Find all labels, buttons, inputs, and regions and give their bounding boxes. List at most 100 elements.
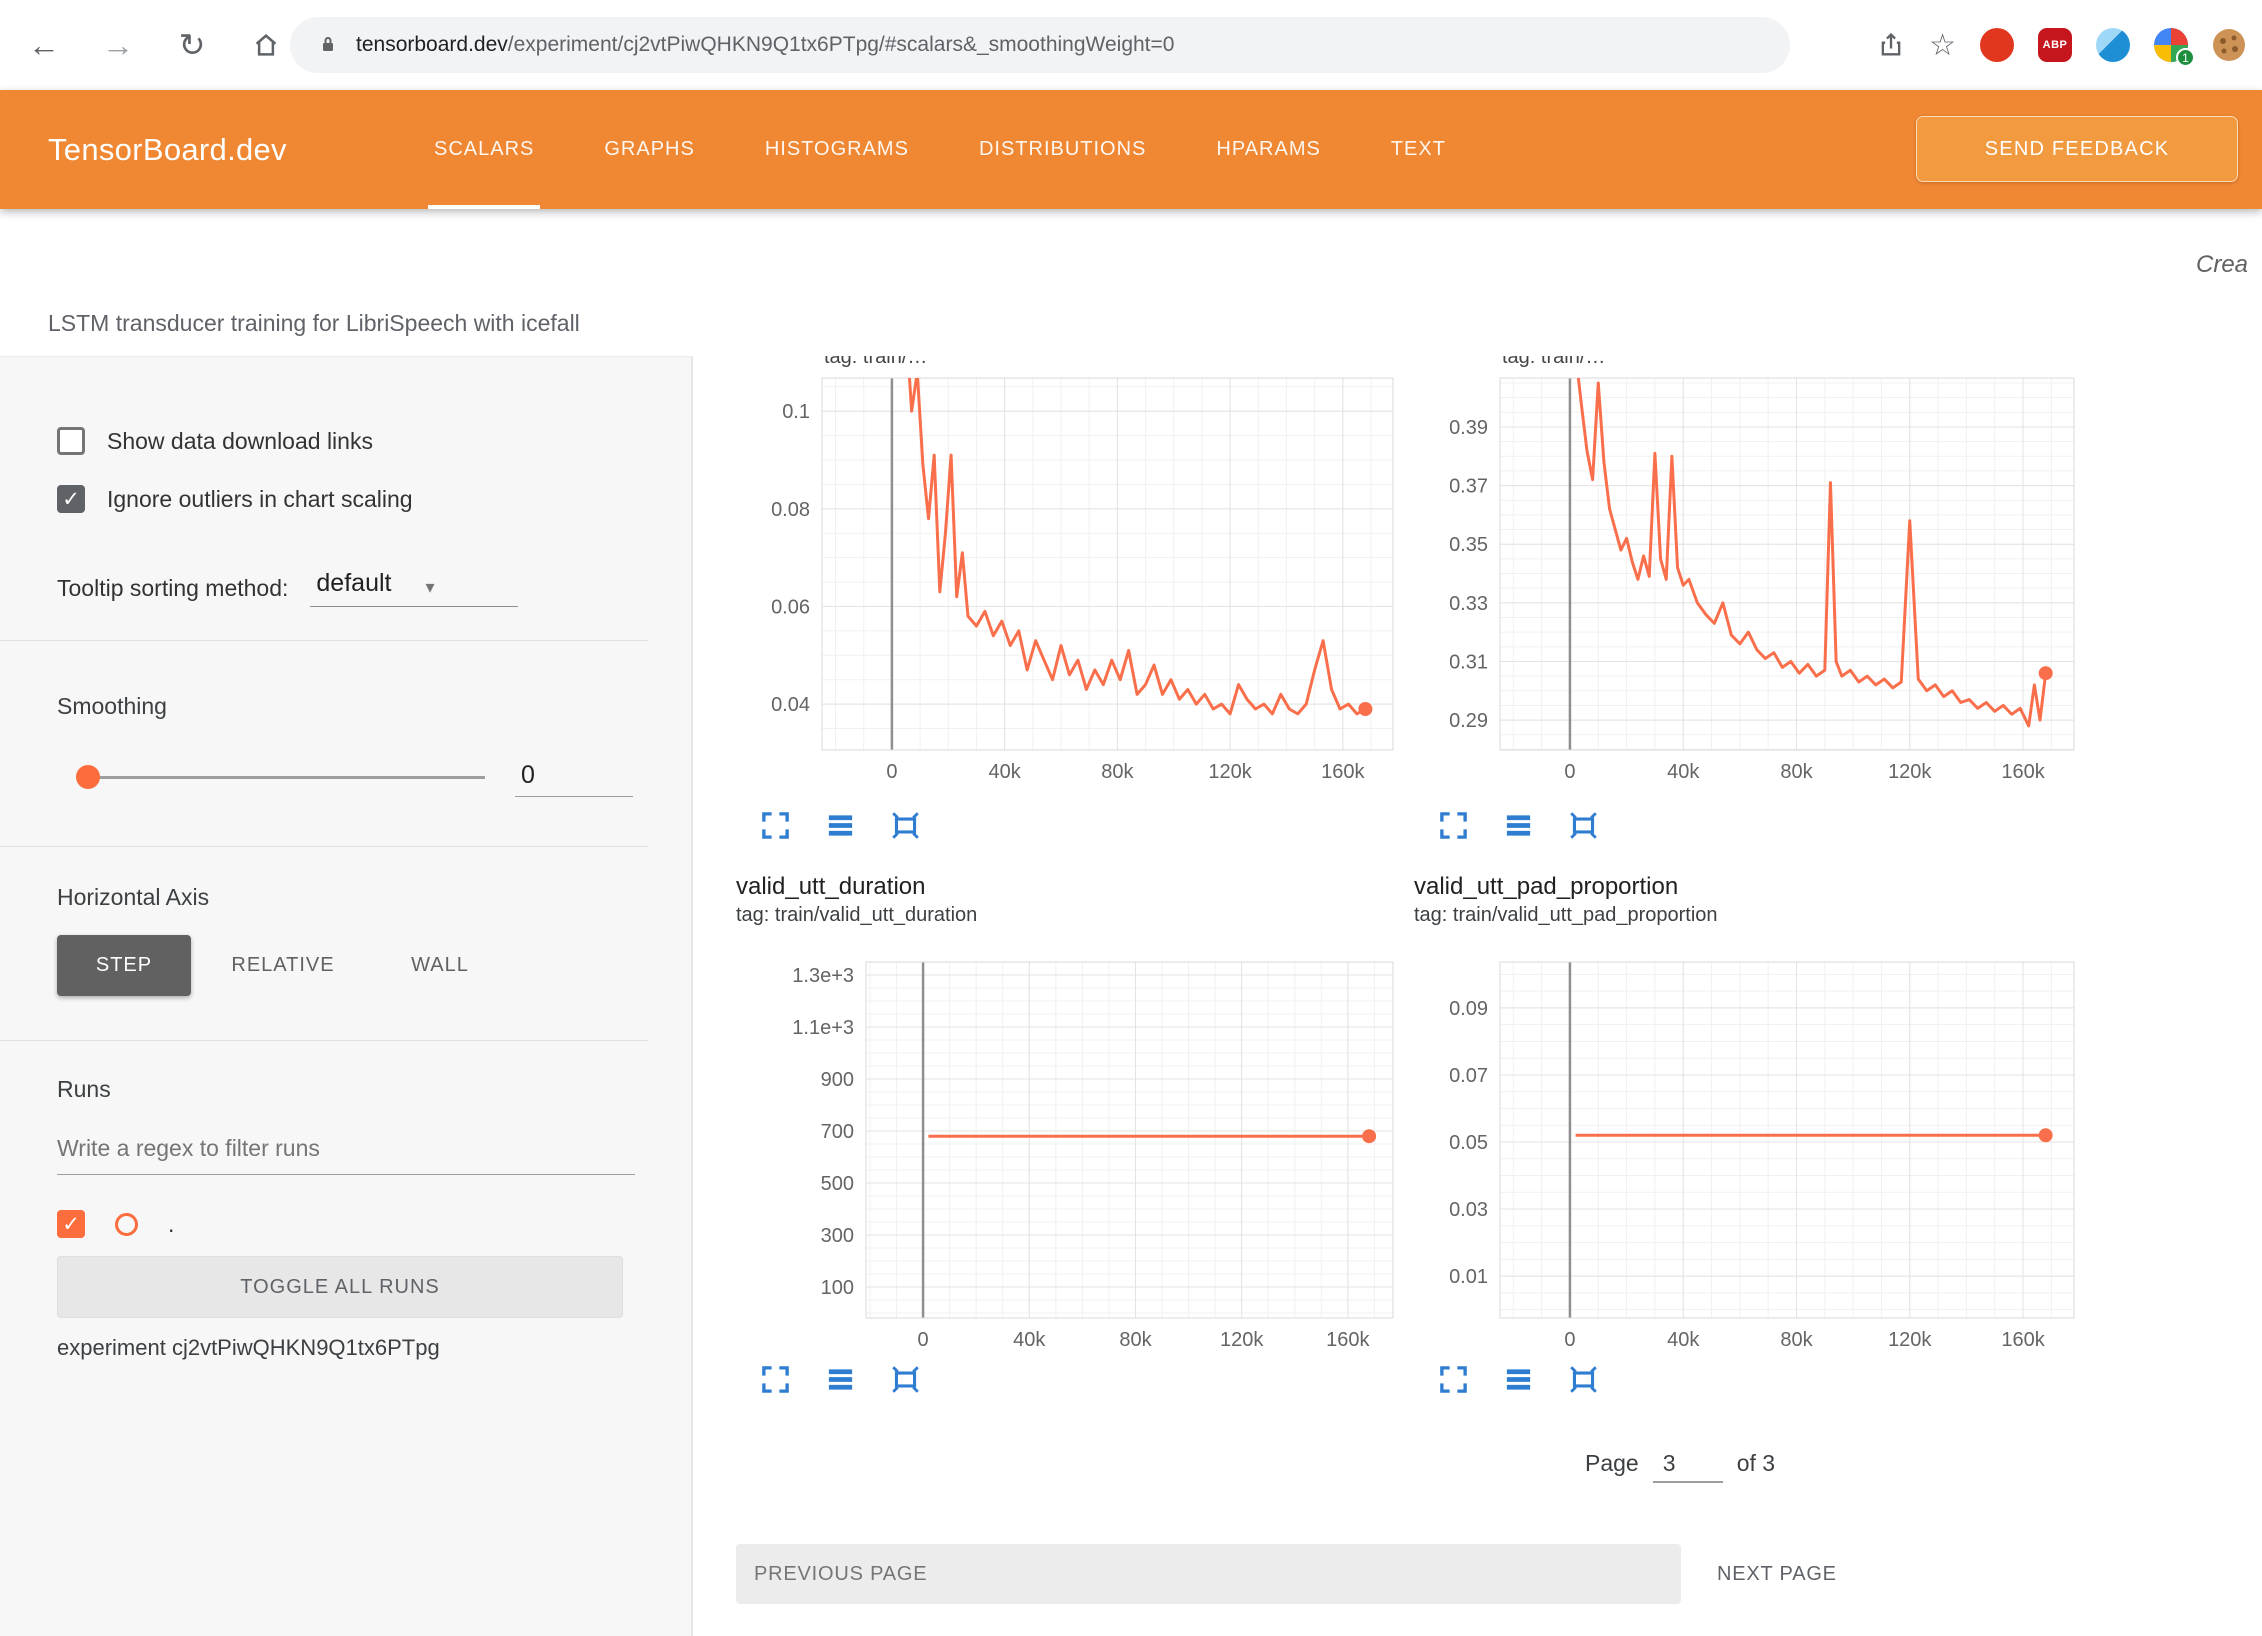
tab-distributions[interactable]: DISTRIBUTIONS — [973, 90, 1152, 209]
cookie-icon[interactable] — [2212, 28, 2246, 62]
svg-text:100: 100 — [821, 1277, 854, 1299]
chart-plot[interactable]: 0.040.060.080.1040k80k120k160k — [736, 374, 1398, 804]
svg-text:900: 900 — [821, 1069, 854, 1091]
svg-text:0.08: 0.08 — [771, 499, 810, 521]
svg-text:0.35: 0.35 — [1449, 534, 1488, 556]
smoothing-slider-track[interactable] — [88, 776, 485, 779]
svg-text:160k: 160k — [1326, 1329, 1370, 1351]
chevron-down-icon: ▾ — [425, 577, 434, 598]
browser-extension-icon[interactable] — [2096, 28, 2130, 62]
charts-area: tag: train/… 0.040.060.080.1040k80k120k1… — [693, 356, 2262, 1636]
url-text: tensorboard.dev/experiment/cj2vtPiwQHKN9… — [356, 33, 1174, 57]
svg-text:40k: 40k — [1667, 1329, 1700, 1351]
svg-text:700: 700 — [821, 1121, 854, 1143]
tab-graphs[interactable]: GRAPHS — [598, 90, 700, 209]
svg-text:1.1e+3: 1.1e+3 — [792, 1017, 854, 1039]
home-icon[interactable] — [238, 17, 294, 73]
pagination: Page of 3 — [1585, 1450, 1775, 1483]
chart-card-2: valid_utt_duration tag: train/valid_utt_… — [736, 872, 1398, 1395]
data-table-icon[interactable] — [825, 1364, 856, 1395]
next-page-button[interactable]: NEXT PAGE — [1717, 1544, 1837, 1604]
nav-tabs: SCALARS GRAPHS HISTOGRAMS DISTRIBUTIONS … — [428, 90, 1452, 209]
run-checkbox[interactable]: ✓ — [57, 1210, 85, 1238]
tooltip-sorting-row: Tooltip sorting method: default ▾ — [57, 569, 518, 607]
smoothing-value-input[interactable]: 0 — [515, 761, 633, 797]
chart-title: valid_utt_pad_proportion — [1414, 872, 2076, 902]
chart-toolbar — [760, 1364, 1398, 1395]
svg-text:80k: 80k — [1780, 1329, 1813, 1351]
smoothing-label: Smoothing — [57, 693, 167, 720]
chart-plot[interactable]: 0.010.030.050.070.09040k80k120k160k — [1414, 948, 2076, 1358]
fit-data-icon[interactable] — [890, 810, 921, 841]
svg-text:300: 300 — [821, 1225, 854, 1247]
fullscreen-icon[interactable] — [1438, 1364, 1469, 1395]
refresh-icon[interactable]: ↻ — [164, 17, 220, 73]
svg-text:0.31: 0.31 — [1449, 651, 1488, 673]
divider — [0, 846, 648, 847]
svg-text:0.1: 0.1 — [782, 401, 810, 423]
axis-step-button[interactable]: STEP — [57, 935, 191, 996]
data-table-icon[interactable] — [825, 810, 856, 841]
previous-page-button[interactable]: PREVIOUS PAGE — [736, 1544, 1681, 1604]
data-table-icon[interactable] — [1503, 810, 1534, 841]
send-feedback-button[interactable]: SEND FEEDBACK — [1916, 116, 2238, 182]
toggle-all-runs-button[interactable]: TOGGLE ALL RUNS — [57, 1256, 623, 1318]
run-row[interactable]: ✓ . — [57, 1210, 174, 1238]
notification-badge: 1 — [2176, 48, 2195, 67]
svg-text:120k: 120k — [1888, 761, 1932, 783]
svg-text:80k: 80k — [1101, 761, 1134, 783]
fit-data-icon[interactable] — [1568, 810, 1599, 841]
svg-text:0.03: 0.03 — [1449, 1199, 1488, 1221]
tab-histograms[interactable]: HISTOGRAMS — [759, 90, 915, 209]
runs-filter-input[interactable] — [57, 1135, 635, 1175]
ignore-outliers-checkbox[interactable]: ✓ — [57, 485, 85, 513]
tooltip-sorting-select[interactable]: default ▾ — [310, 569, 518, 607]
svg-text:0: 0 — [1564, 761, 1575, 783]
tab-text[interactable]: TEXT — [1385, 90, 1452, 209]
fullscreen-icon[interactable] — [760, 810, 791, 841]
svg-text:80k: 80k — [1119, 1329, 1152, 1351]
fit-data-icon[interactable] — [890, 1364, 921, 1395]
axis-relative-button[interactable]: RELATIVE — [213, 935, 353, 996]
share-icon[interactable] — [1877, 31, 1905, 59]
svg-text:0.06: 0.06 — [771, 596, 810, 618]
show-download-links-row[interactable]: Show data download links — [57, 427, 373, 455]
chart-plot[interactable]: 1003005007009001.1e+31.3e+3040k80k120k16… — [736, 948, 1398, 1358]
fit-data-icon[interactable] — [1568, 1364, 1599, 1395]
show-download-links-checkbox[interactable] — [57, 427, 85, 455]
svg-text:120k: 120k — [1888, 1329, 1932, 1351]
ignore-outliers-label: Ignore outliers in chart scaling — [107, 486, 413, 513]
abp-extension-icon[interactable]: ABP — [2038, 28, 2072, 62]
bookmark-star-icon[interactable]: ☆ — [1929, 28, 1956, 63]
svg-text:0: 0 — [886, 761, 897, 783]
page-number-input[interactable] — [1653, 1450, 1723, 1483]
data-table-icon[interactable] — [1503, 1364, 1534, 1395]
chart-tag-clipped: tag: train/… — [1502, 356, 2076, 374]
profile-avatar[interactable]: 1 — [2154, 28, 2188, 62]
fullscreen-icon[interactable] — [760, 1364, 791, 1395]
svg-text:0.33: 0.33 — [1449, 593, 1488, 615]
chart-tag: tag: train/valid_utt_duration — [736, 902, 1398, 928]
svg-text:120k: 120k — [1208, 761, 1252, 783]
tab-scalars[interactable]: SCALARS — [428, 90, 540, 209]
subheader: Crea LSTM transducer training for LibriS… — [0, 209, 2262, 356]
svg-text:120k: 120k — [1220, 1329, 1264, 1351]
adblocker-extension-icon[interactable] — [1980, 28, 2014, 62]
chart-title: valid_utt_duration — [736, 872, 1398, 902]
runs-label: Runs — [57, 1076, 111, 1103]
axis-wall-button[interactable]: WALL — [392, 935, 488, 996]
created-text-truncated: Crea — [2196, 251, 2262, 279]
fullscreen-icon[interactable] — [1438, 810, 1469, 841]
url-bar[interactable]: tensorboard.dev/experiment/cj2vtPiwQHKN9… — [290, 17, 1790, 73]
back-icon[interactable]: ← — [16, 17, 72, 73]
ignore-outliers-row[interactable]: ✓ Ignore outliers in chart scaling — [57, 485, 413, 513]
forward-icon[interactable]: → — [90, 17, 146, 73]
smoothing-slider-thumb[interactable] — [76, 765, 100, 789]
chart-plot[interactable]: 0.290.310.330.350.370.39040k80k120k160k — [1414, 374, 2076, 804]
active-tab-underline — [428, 205, 540, 209]
browser-toolbar: ← → ↻ tensorboard.dev/experiment/cj2vtPi… — [0, 0, 2262, 90]
tab-hparams[interactable]: HPARAMS — [1210, 90, 1326, 209]
svg-text:0.37: 0.37 — [1449, 476, 1488, 498]
svg-text:40k: 40k — [1667, 761, 1700, 783]
settings-sidebar: Show data download links ✓ Ignore outlie… — [0, 356, 693, 1636]
